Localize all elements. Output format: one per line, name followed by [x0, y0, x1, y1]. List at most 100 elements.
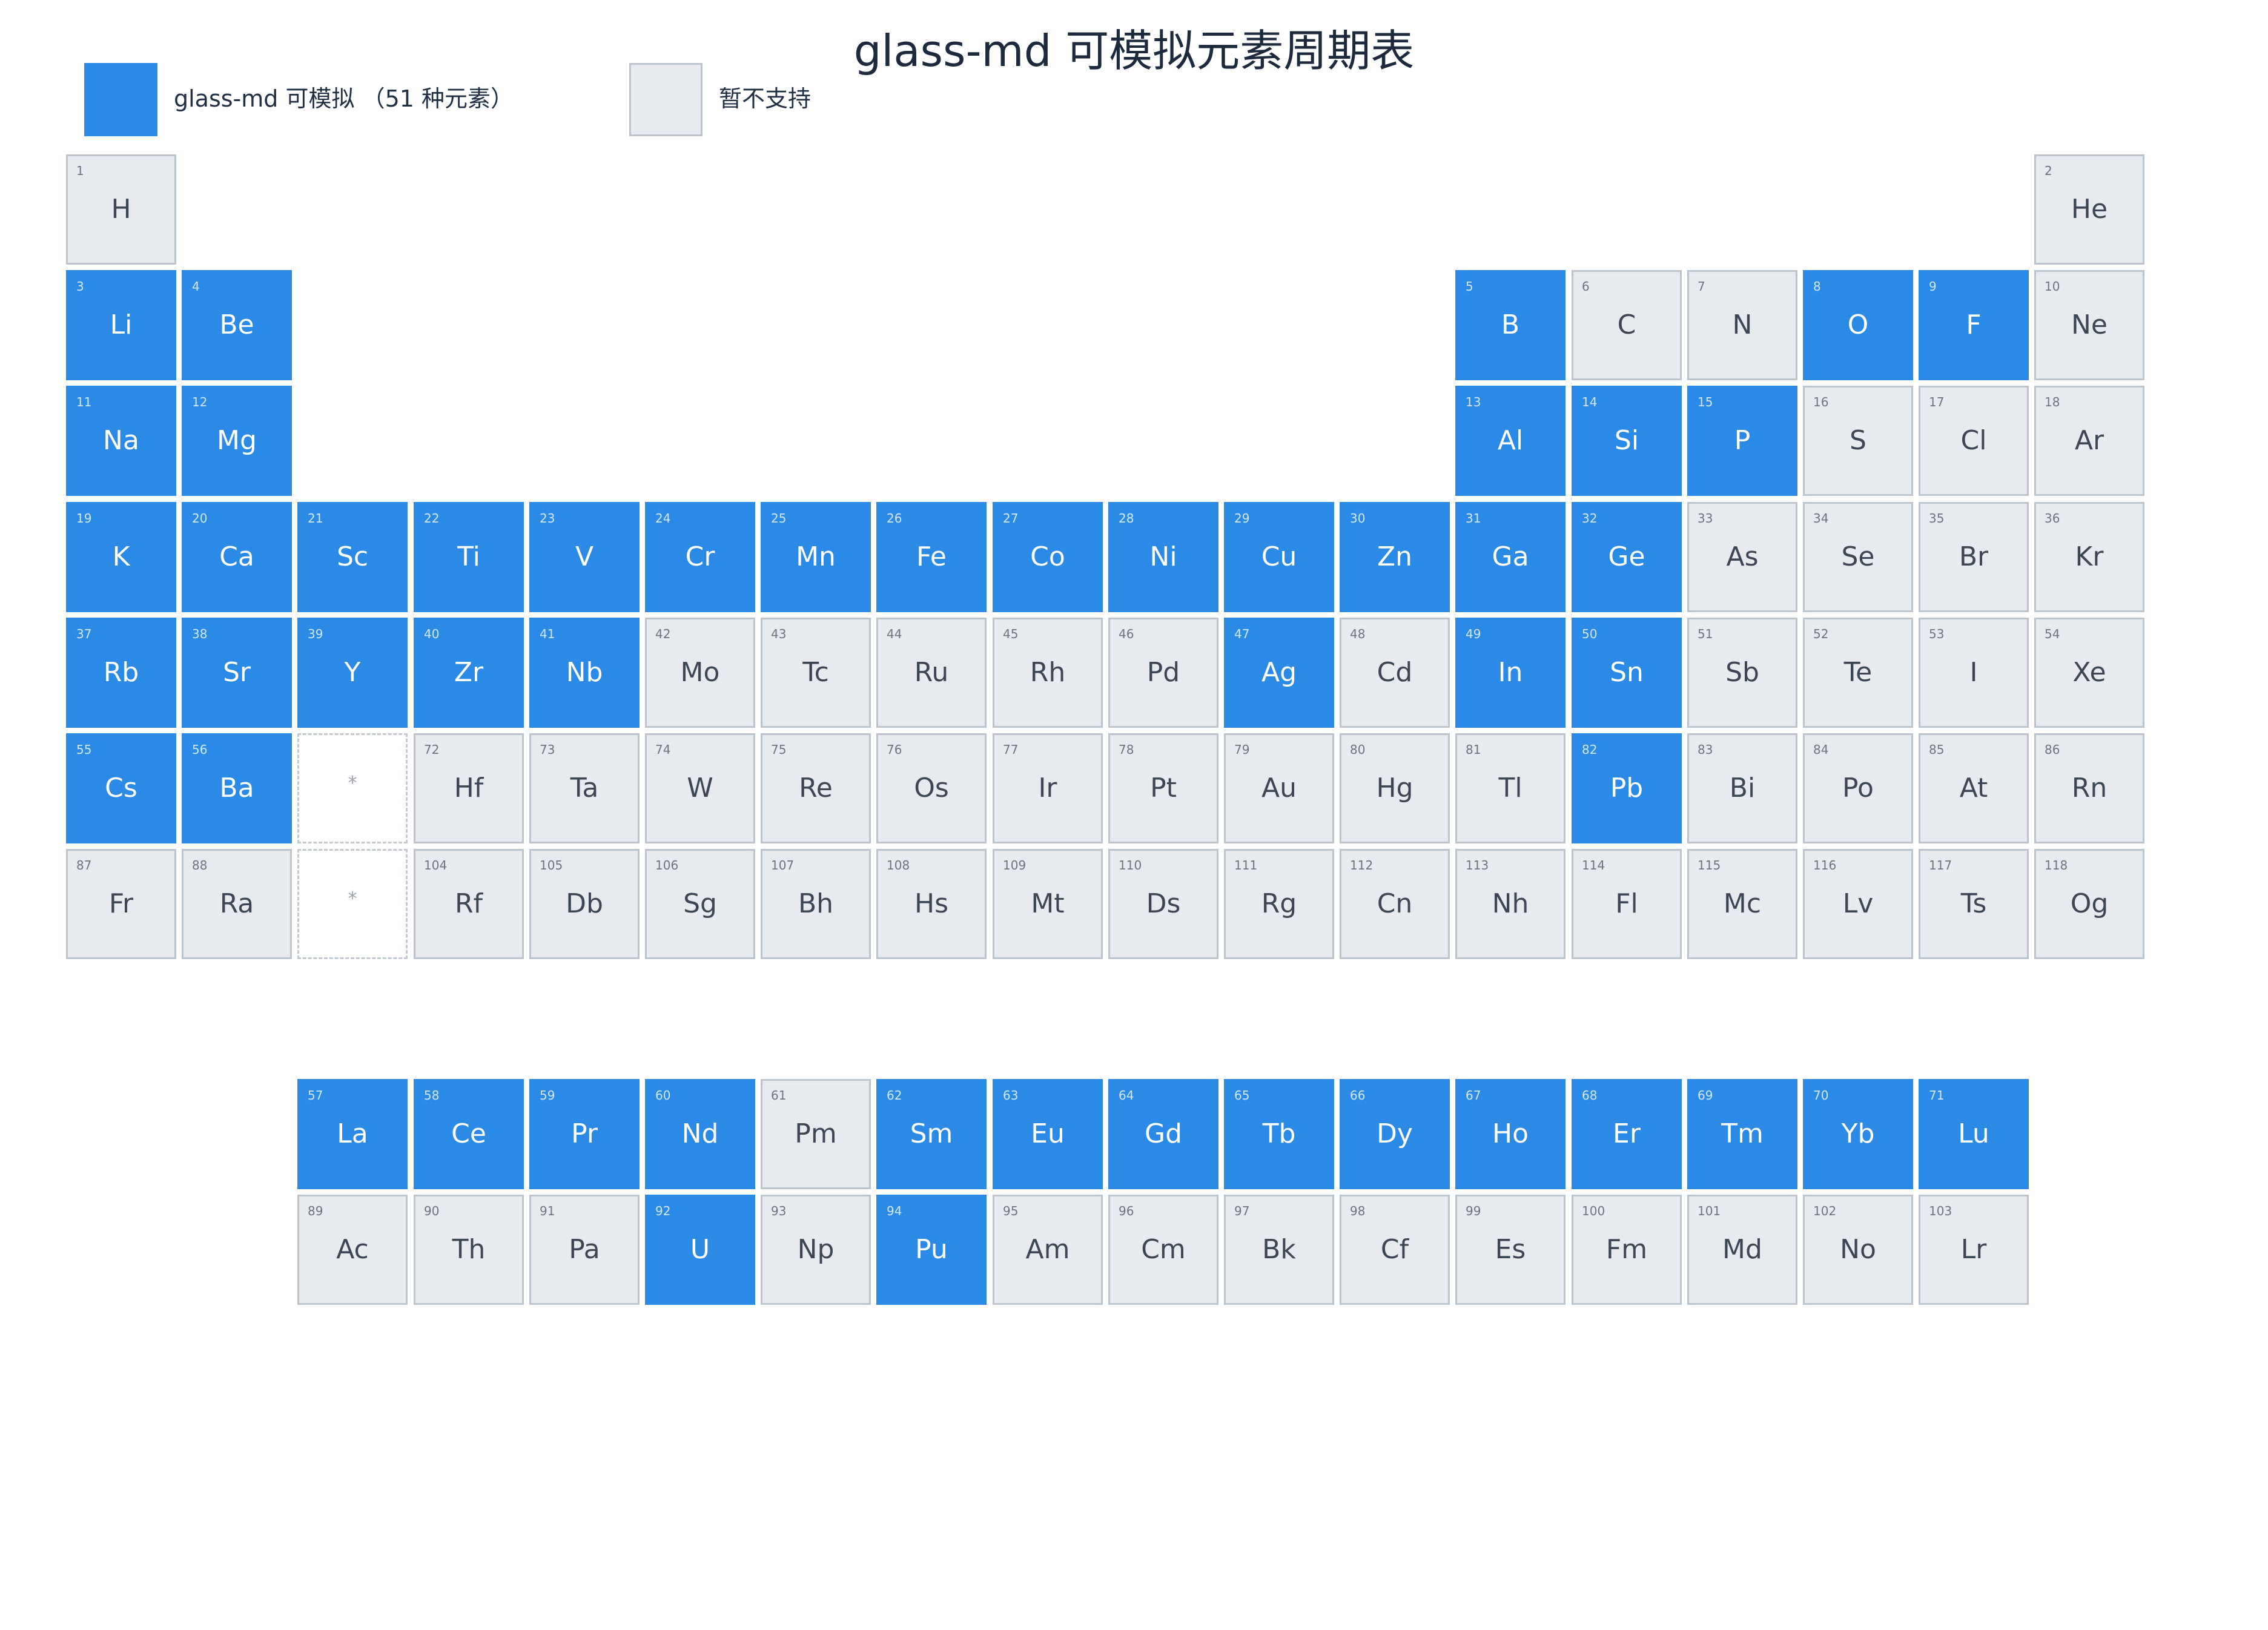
element-symbol: Cm: [1141, 1234, 1186, 1265]
atomic-number: 12: [192, 395, 208, 409]
atomic-number: 99: [1466, 1204, 1481, 1218]
element-symbol: Er: [1613, 1118, 1641, 1149]
atomic-number: 4: [192, 279, 200, 294]
atomic-number: 32: [1582, 511, 1598, 526]
element-cell-cf: 98 Cf: [1340, 1195, 1450, 1305]
atomic-number: 33: [1698, 511, 1713, 526]
element-symbol: Pt: [1150, 773, 1177, 803]
element-cell-kr: 36 Kr: [2034, 502, 2144, 612]
atomic-number: 2: [2045, 163, 2052, 178]
element-symbol: Tm: [1721, 1118, 1764, 1149]
atomic-number: 35: [1929, 511, 1945, 526]
legend-supported-label: glass-md 可模拟 （51 种元素）: [174, 85, 514, 112]
element-symbol: Se: [1841, 541, 1875, 572]
element-cell-rf: 104 Rf: [414, 849, 524, 959]
element-symbol: Mc: [1723, 888, 1762, 919]
atomic-number: 62: [887, 1088, 902, 1103]
element-cell-fl: 114 Fl: [1572, 849, 1682, 959]
element-symbol: Tb: [1262, 1118, 1296, 1149]
element-symbol: Zn: [1377, 541, 1413, 572]
atomic-number: 116: [1813, 858, 1837, 873]
element-symbol: Hf: [454, 773, 484, 803]
element-cell-np: 93 Np: [761, 1195, 871, 1305]
element-symbol: Pm: [795, 1118, 837, 1149]
element-symbol: Mg: [217, 425, 257, 456]
element-symbol: Gd: [1144, 1118, 1183, 1149]
element-cell-y: 39 Y: [297, 618, 408, 728]
atomic-number: 23: [540, 511, 555, 526]
element-cell-cs: 55 Cs: [66, 733, 176, 843]
element-cell-hs: 108 Hs: [876, 849, 987, 959]
atomic-number: 11: [76, 395, 92, 409]
element-symbol: Ra: [219, 888, 254, 919]
element-symbol: Lr: [1960, 1234, 1987, 1265]
element-symbol: Ac: [336, 1234, 369, 1265]
atomic-number: 111: [1234, 858, 1258, 873]
element-symbol: Cr: [685, 541, 715, 572]
element-symbol: Fe: [916, 541, 947, 572]
element-symbol: Pb: [1610, 773, 1644, 803]
series-placeholder-cell: *: [297, 849, 408, 959]
atomic-number: 78: [1119, 742, 1134, 757]
element-cell-ts: 117 Ts: [1919, 849, 2029, 959]
atomic-number: 77: [1003, 742, 1019, 757]
element-symbol: Mn: [796, 541, 836, 572]
element-cell-re: 75 Re: [761, 733, 871, 843]
atomic-number: 87: [76, 858, 92, 873]
element-cell-s: 16 S: [1803, 386, 1913, 496]
element-cell-cd: 48 Cd: [1340, 618, 1450, 728]
element-cell-mt: 109 Mt: [993, 849, 1103, 959]
atomic-number: 63: [1003, 1088, 1019, 1103]
element-cell-w: 74 W: [645, 733, 755, 843]
atomic-number: 71: [1929, 1088, 1945, 1103]
element-symbol: Bk: [1262, 1234, 1296, 1265]
element-cell-as: 33 As: [1687, 502, 1797, 612]
element-symbol: Og: [2070, 888, 2109, 919]
element-symbol: Rf: [454, 888, 483, 919]
atomic-number: 70: [1813, 1088, 1829, 1103]
element-symbol: Am: [1025, 1234, 1070, 1265]
element-cell-eu: 63 Eu: [993, 1079, 1103, 1189]
element-cell-er: 68 Er: [1572, 1079, 1682, 1189]
element-cell-cu: 29 Cu: [1224, 502, 1334, 612]
element-cell-bi: 83 Bi: [1687, 733, 1797, 843]
element-symbol: Sm: [910, 1118, 953, 1149]
element-symbol: Cs: [105, 773, 137, 803]
atomic-number: 83: [1698, 742, 1713, 757]
element-symbol: In: [1498, 657, 1523, 688]
element-cell-ag: 47 Ag: [1224, 618, 1334, 728]
element-cell-te: 52 Te: [1803, 618, 1913, 728]
element-cell-o: 8O: [1803, 270, 1913, 380]
atomic-number: 85: [1929, 742, 1945, 757]
atomic-number: 64: [1119, 1088, 1134, 1103]
element-cell-rg: 111 Rg: [1224, 849, 1334, 959]
element-cell-yb: 70 Yb: [1803, 1079, 1913, 1189]
atomic-number: 5: [1466, 279, 1473, 294]
element-cell-sb: 51 Sb: [1687, 618, 1797, 728]
element-symbol: Rh: [1030, 657, 1066, 688]
atomic-number: 44: [887, 627, 902, 641]
element-symbol: Hs: [914, 888, 948, 919]
atomic-number: 8: [1813, 279, 1821, 294]
element-symbol: Sn: [1610, 657, 1644, 688]
element-symbol: Mt: [1031, 888, 1065, 919]
element-symbol: W: [687, 773, 713, 803]
element-cell-md: 101 Md: [1687, 1195, 1797, 1305]
element-cell-rn: 86 Rn: [2034, 733, 2144, 843]
element-cell-ga: 31 Ga: [1455, 502, 1565, 612]
element-symbol: At: [1959, 773, 1988, 803]
atomic-number: 6: [1582, 279, 1590, 294]
atomic-number: 54: [2045, 627, 2060, 641]
element-symbol: Sr: [222, 657, 251, 688]
element-cell-si: 14 Si: [1572, 386, 1682, 496]
element-symbol: Fr: [108, 888, 134, 919]
element-symbol: Bi: [1729, 773, 1756, 803]
atomic-number: 73: [540, 742, 555, 757]
atomic-number: 90: [424, 1204, 440, 1218]
element-symbol: Eu: [1031, 1118, 1065, 1149]
element-symbol: O: [1847, 309, 1869, 340]
element-cell-k: 19 K: [66, 502, 176, 612]
atomic-number: 29: [1234, 511, 1250, 526]
element-symbol: Np: [797, 1234, 835, 1265]
element-symbol: Xe: [2072, 657, 2106, 688]
